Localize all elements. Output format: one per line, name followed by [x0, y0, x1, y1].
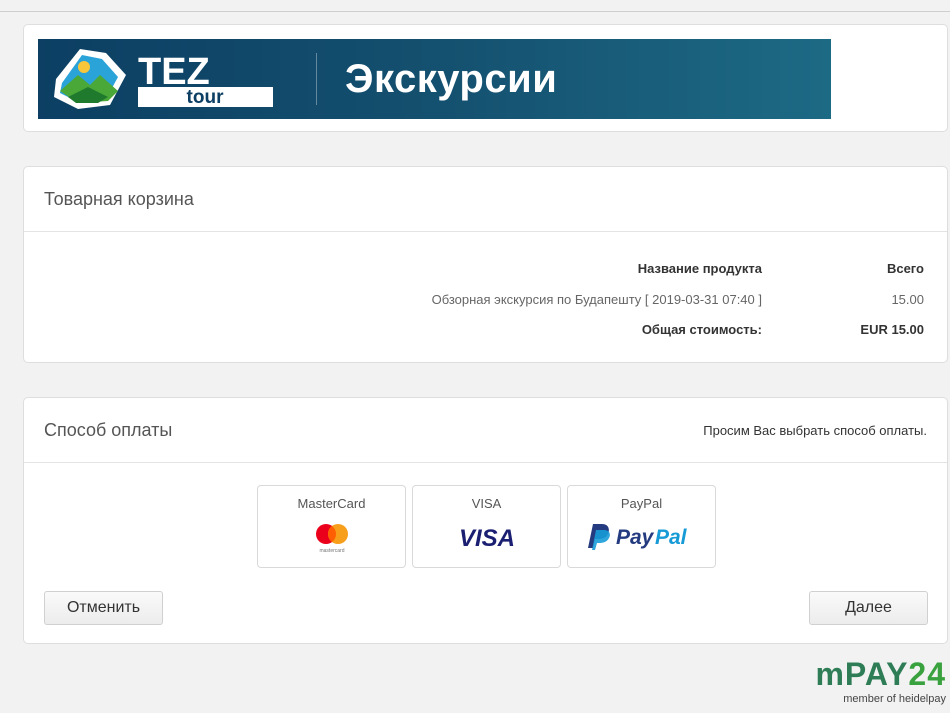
top-divider [0, 11, 950, 12]
payment-hint: Просим Вас выбрать способ оплаты. [703, 422, 927, 438]
mastercard-logo-icon: mastercard [316, 524, 348, 554]
mastercard-label: MasterCard [297, 496, 366, 511]
visa-label: VISA [471, 496, 502, 511]
cart-item-price: 15.00 [891, 291, 924, 307]
banner-card: TEZ tour Экскурсии [23, 24, 948, 132]
cart-total-row: Общая стоимость: EUR 15.00 [387, 317, 947, 341]
logo-bottom-text: tour [187, 87, 225, 108]
col-total-header: Всего [886, 260, 924, 276]
svg-text:Pal: Pal [655, 526, 688, 549]
mpay24-logo: mPAY24 member of heidelpay [786, 657, 946, 709]
svg-text:mastercard: mastercard [319, 548, 344, 554]
total-value: EUR 15.00 [860, 321, 924, 337]
col-product-header: Название продукта [637, 260, 762, 276]
svg-text:VISA: VISA [459, 525, 515, 552]
mpay24-wordmark: mPAY24 [786, 657, 946, 691]
visa-option[interactable]: VISA VISA [412, 485, 561, 568]
tez-tour-banner: TEZ tour Экскурсии [38, 39, 831, 119]
payment-card: Способ оплаты Просим Вас выбрать способ … [23, 397, 948, 644]
mountain-emblem-icon [54, 49, 126, 109]
mpay-brand-number: 24 [908, 656, 946, 692]
banner-title: Экскурсии [345, 56, 558, 101]
paypal-option[interactable]: PayPal Pay Pal [567, 485, 716, 568]
visa-logo-icon: VISA [459, 525, 515, 552]
cart-item-row: Обзорная экскурсия по Будапешту [ 2019-0… [387, 287, 947, 311]
cancel-button[interactable]: Отменить [44, 591, 163, 625]
cart-card: Товарная корзина Название продукта Всего… [23, 166, 948, 363]
paypal-logo-icon: Pay Pal [588, 524, 688, 550]
paypal-label: PayPal [620, 496, 663, 511]
tez-tour-logo: TEZ tour [38, 39, 283, 119]
cart-header-row: Название продукта Всего [387, 256, 947, 280]
cart-header: Товарная корзина [24, 167, 947, 232]
next-button[interactable]: Далее [809, 591, 928, 625]
mpay24-tagline: member of heidelpay [843, 693, 946, 705]
total-label: Общая стоимость: [641, 321, 762, 337]
cart-item-name: Обзорная экскурсия по Будапешту [ 2019-0… [431, 291, 762, 307]
cart-title: Товарная корзина [44, 188, 194, 209]
mpay-brand-prefix: mPAY [815, 656, 909, 692]
banner-divider [316, 53, 317, 105]
mastercard-option[interactable]: MasterCard mastercard [257, 485, 406, 568]
payment-title: Способ оплаты [44, 419, 173, 440]
payment-header: Способ оплаты Просим Вас выбрать способ … [24, 398, 947, 463]
svg-text:Pay: Pay [616, 526, 655, 549]
